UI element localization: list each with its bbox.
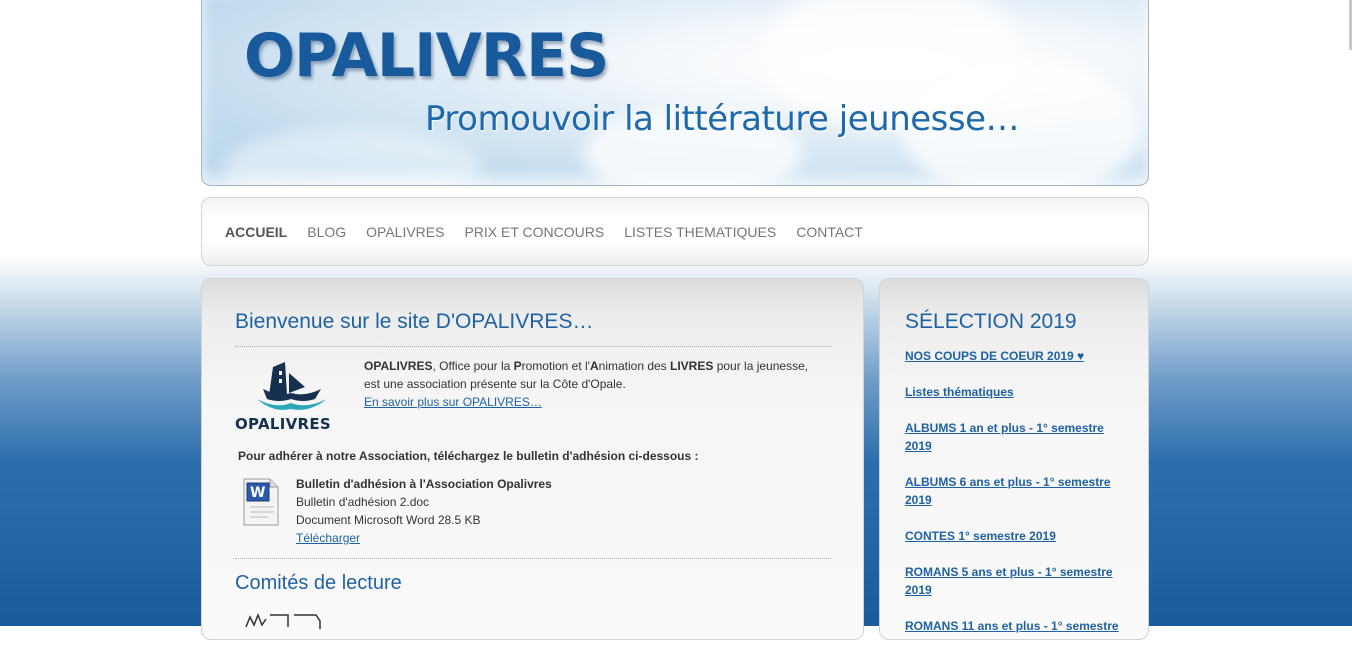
- sidebar-link-coups-de-coeur[interactable]: NOS COUPS DE COEUR 2019 ♥: [905, 349, 1084, 363]
- sketch-image: [245, 612, 321, 629]
- site-tagline: Promouvoir la littérature jeunesse…: [425, 99, 1020, 139]
- sidebar-link-albums-1-an[interactable]: ALBUMS 1 an et plus - 1° semestre 2019: [905, 421, 1104, 453]
- download-title: Bulletin d'adhésion à l'Association Opal…: [296, 477, 552, 491]
- selection-list: NOS COUPS DE COEUR 2019 ♥ Listes thémati…: [905, 347, 1127, 653]
- list-item: ROMANS 11 ans et plus - 1° semestre: [905, 617, 1127, 635]
- main-content-panel: Bienvenue sur le site D'OPALIVRES… OPALI…: [201, 278, 864, 640]
- reading-committees-heading: Comités de lecture: [235, 572, 402, 594]
- intro-text: OPALIVRES, Office pour la Promotion et l…: [364, 357, 834, 411]
- intro-fragment: nimation des: [598, 359, 671, 373]
- nav-item-listes-thematiques[interactable]: LISTES THEMATIQUES: [624, 224, 776, 240]
- intro-initial: LIVRES: [670, 359, 714, 373]
- opalivres-logo: OPALIVRES: [235, 359, 347, 435]
- intro-initial: P: [513, 359, 522, 373]
- intro-fragment: , Office pour la: [432, 359, 514, 373]
- intro-initial: A: [589, 359, 599, 373]
- logo-wordmark: OPALIVRES: [235, 415, 332, 433]
- download-link[interactable]: Télécharger: [296, 531, 360, 545]
- sidebar-link-romans-11-ans[interactable]: ROMANS 11 ans et plus - 1° semestre: [905, 619, 1119, 633]
- sidebar-link-albums-6-ans[interactable]: ALBUMS 6 ans et plus - 1° semestre 2019: [905, 475, 1111, 507]
- nav-item-contact[interactable]: CONTACT: [796, 224, 863, 240]
- list-item: ROMANS 5 ans et plus - 1° semestre 2019: [905, 563, 1127, 599]
- list-item: CONTES 1° semestre 2019: [905, 527, 1127, 545]
- list-item: ALBUMS 6 ans et plus - 1° semestre 2019: [905, 473, 1127, 509]
- intro-fragment: romotion et l': [521, 359, 590, 373]
- selection-heading: SÉLECTION 2019: [905, 310, 1077, 333]
- nav-item-opalivres[interactable]: OPALIVRES: [366, 224, 444, 240]
- intro-brand: OPALIVRES: [364, 359, 433, 373]
- site-title[interactable]: OPALIVRES: [244, 21, 609, 91]
- intro-line-2: est une association présente sur la Côte…: [364, 377, 626, 391]
- sidebar-panel: SÉLECTION 2019 NOS COUPS DE COEUR 2019 ♥…: [879, 278, 1149, 640]
- list-item: ALBUMS 1 an et plus - 1° semestre 2019: [905, 419, 1127, 455]
- sidebar-link-listes-thematiques[interactable]: Listes thématiques: [905, 385, 1014, 399]
- word-document-icon[interactable]: W: [242, 477, 280, 527]
- main-navigation: ACCUEIL BLOG OPALIVRES PRIX ET CONCOURS …: [201, 197, 1149, 266]
- learn-more-link[interactable]: En savoir plus sur OPALIVRES…: [364, 395, 542, 409]
- download-info: Bulletin d'adhésion à l'Association Opal…: [296, 475, 552, 547]
- divider: [235, 346, 831, 347]
- nav-item-blog[interactable]: BLOG: [307, 224, 346, 240]
- svg-text:W: W: [250, 485, 265, 501]
- intro-fragment: pour la jeunesse,: [713, 359, 809, 373]
- sidebar-link-contes[interactable]: CONTES 1° semestre 2019: [905, 529, 1056, 543]
- download-filetype: Document Microsoft Word 28.5 KB: [296, 513, 481, 527]
- list-item: Listes thématiques: [905, 383, 1127, 401]
- list-item: NOS COUPS DE COEUR 2019 ♥: [905, 347, 1127, 365]
- divider: [235, 558, 831, 559]
- ship-book-logo-icon: [257, 362, 327, 410]
- nav-item-prix-et-concours[interactable]: PRIX ET CONCOURS: [464, 224, 604, 240]
- nav-item-accueil[interactable]: ACCUEIL: [225, 224, 287, 240]
- membership-instructions: Pour adhérer à notre Association, téléch…: [238, 449, 699, 463]
- sidebar-link-romans-5-ans[interactable]: ROMANS 5 ans et plus - 1° semestre 2019: [905, 565, 1113, 597]
- download-filename: Bulletin d'adhésion 2.doc: [296, 495, 430, 509]
- site-header-banner: OPALIVRES Promouvoir la littérature jeun…: [201, 0, 1149, 186]
- welcome-heading: Bienvenue sur le site D'OPALIVRES…: [235, 310, 594, 333]
